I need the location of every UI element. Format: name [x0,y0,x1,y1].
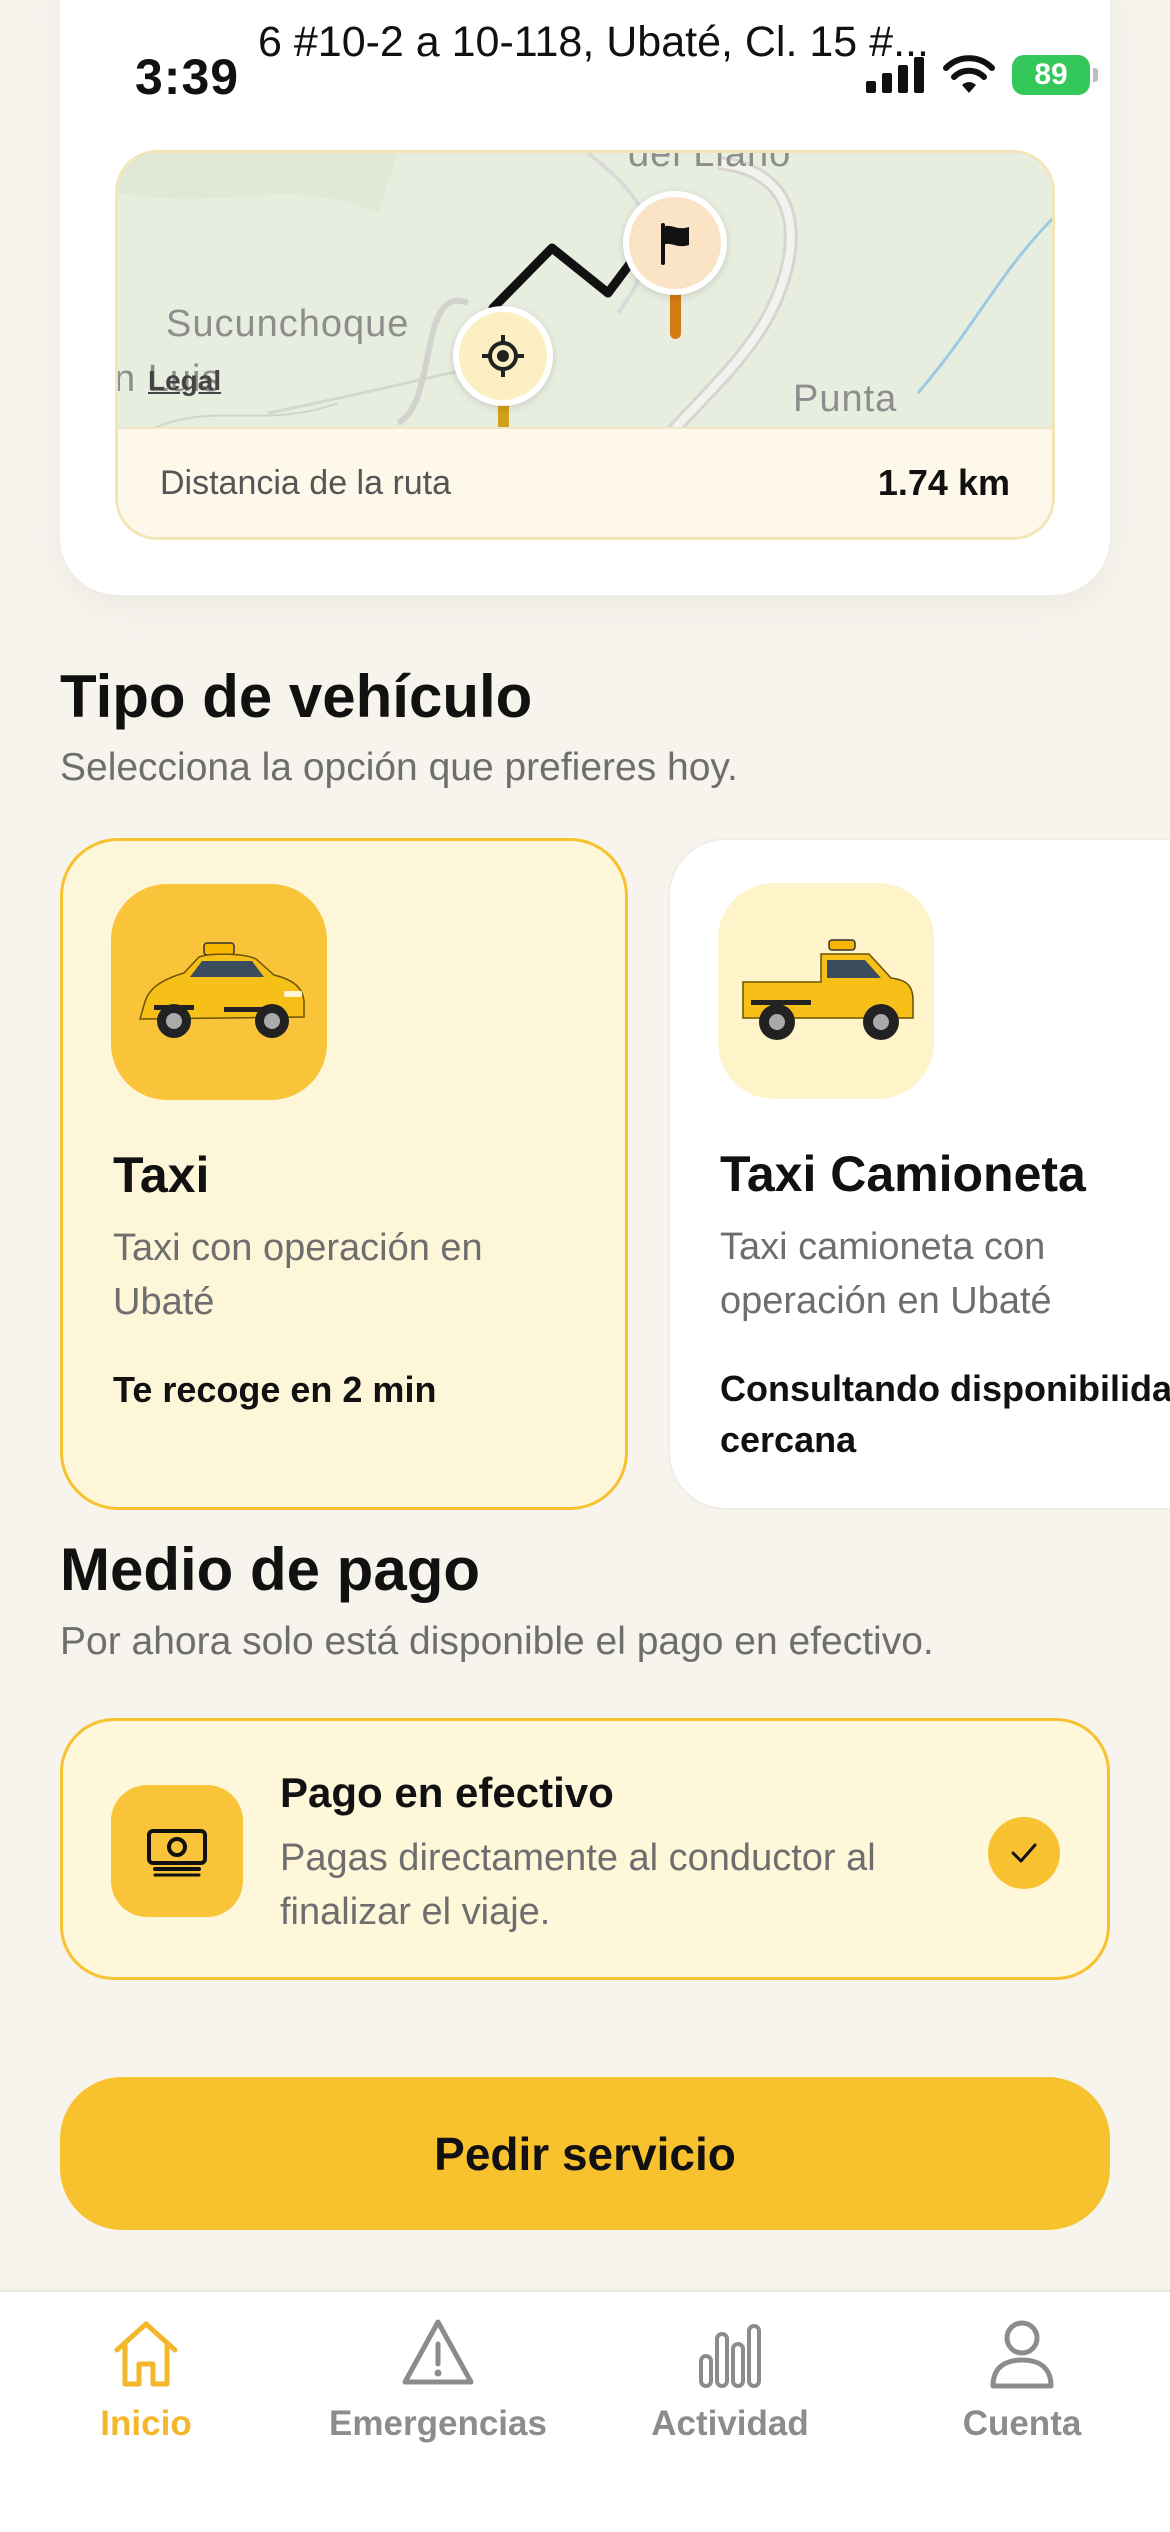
route-map[interactable]: del Llano Sucunchoque n Luis Punta Legal [115,150,1055,540]
person-icon [990,2320,1054,2389]
tab-label: Actividad [651,2404,809,2443]
tab-emergencias[interactable]: Emergencias [292,2314,584,2464]
bottom-tab-bar: Inicio Emergencias Actividad Cuenta [0,2290,1170,2532]
checkmark-icon [988,1817,1060,1889]
vehicle-description: Taxi camioneta con operación en Ubaté [720,1226,1052,1322]
payment-section-title: Medio de pago [60,1536,480,1603]
cash-icon [111,1785,243,1917]
vehicle-section-title: Tipo de vehículo [60,663,533,730]
home-icon [114,2321,178,2387]
payment-section-subtitle: Por ahora solo está disponible el pago e… [60,1620,934,1663]
status-icons: 89 [866,55,1098,95]
payment-method-title: Pago en efectivo [280,1769,614,1816]
battery-indicator: 89 [1012,55,1098,95]
tab-label: Cuenta [962,2404,1082,2443]
wifi-icon [943,55,995,93]
destination-marker-stem [670,291,681,339]
vehicle-option-taxi[interactable]: Taxi Taxi con operación en Ubaté Te reco… [60,838,628,1510]
vehicle-eta: Consultando disponibilidad cercana [720,1368,1170,1460]
warning-icon [402,2319,474,2385]
vehicle-eta: Te recoge en 2 min [113,1369,437,1410]
map-label-sucunchoque: Sucunchoque [166,303,410,345]
request-service-button[interactable]: Pedir servicio [60,2077,1110,2230]
route-distance-row: Distancia de la ruta 1.74 km [118,427,1052,537]
flag-icon [661,223,689,265]
map-label-top: del Llano [628,150,792,175]
payment-method-description: Pagas directamente al conductor al final… [280,1837,876,1933]
tab-label: Emergencias [329,2404,547,2443]
vehicle-option-taxi-camioneta[interactable]: Taxi Camioneta Taxi camioneta con operac… [668,838,1170,1510]
map-legal-link[interactable]: Legal [148,365,221,397]
crosshair-icon [482,335,524,377]
tab-actividad[interactable]: Actividad [584,2314,876,2464]
ride-request-screen: 6 #10-2 a 10-118, Ubaté, Cl. 15 #... 3:3… [0,0,1170,2532]
vehicle-name: Taxi [113,1147,210,1203]
tab-inicio[interactable]: Inicio [0,2314,292,2464]
vehicle-description: Taxi con operación en Ubaté [113,1227,483,1323]
status-time: 3:39 [135,49,240,105]
bar-chart-icon [699,2324,761,2388]
destination-marker[interactable] [623,191,727,295]
status-bar: 3:39 89 [0,0,1170,130]
taxi-pickup-icon [718,883,934,1099]
origin-marker[interactable] [453,306,553,406]
cellular-signal-icon [866,57,924,93]
payment-option-cash[interactable]: Pago en efectivo Pagas directamente al c… [60,1718,1110,1980]
route-distance-value: 1.74 km [877,462,1010,503]
tab-label: Inicio [100,2404,192,2443]
tab-cuenta[interactable]: Cuenta [876,2314,1168,2464]
map-label-punta: Punta [793,378,898,420]
vehicle-section-subtitle: Selecciona la opción que prefieres hoy. [60,746,738,789]
vehicle-name: Taxi Camioneta [720,1146,1086,1202]
taxi-car-icon [111,884,327,1100]
route-distance-label: Distancia de la ruta [160,463,452,502]
battery-level: 89 [1034,58,1068,91]
